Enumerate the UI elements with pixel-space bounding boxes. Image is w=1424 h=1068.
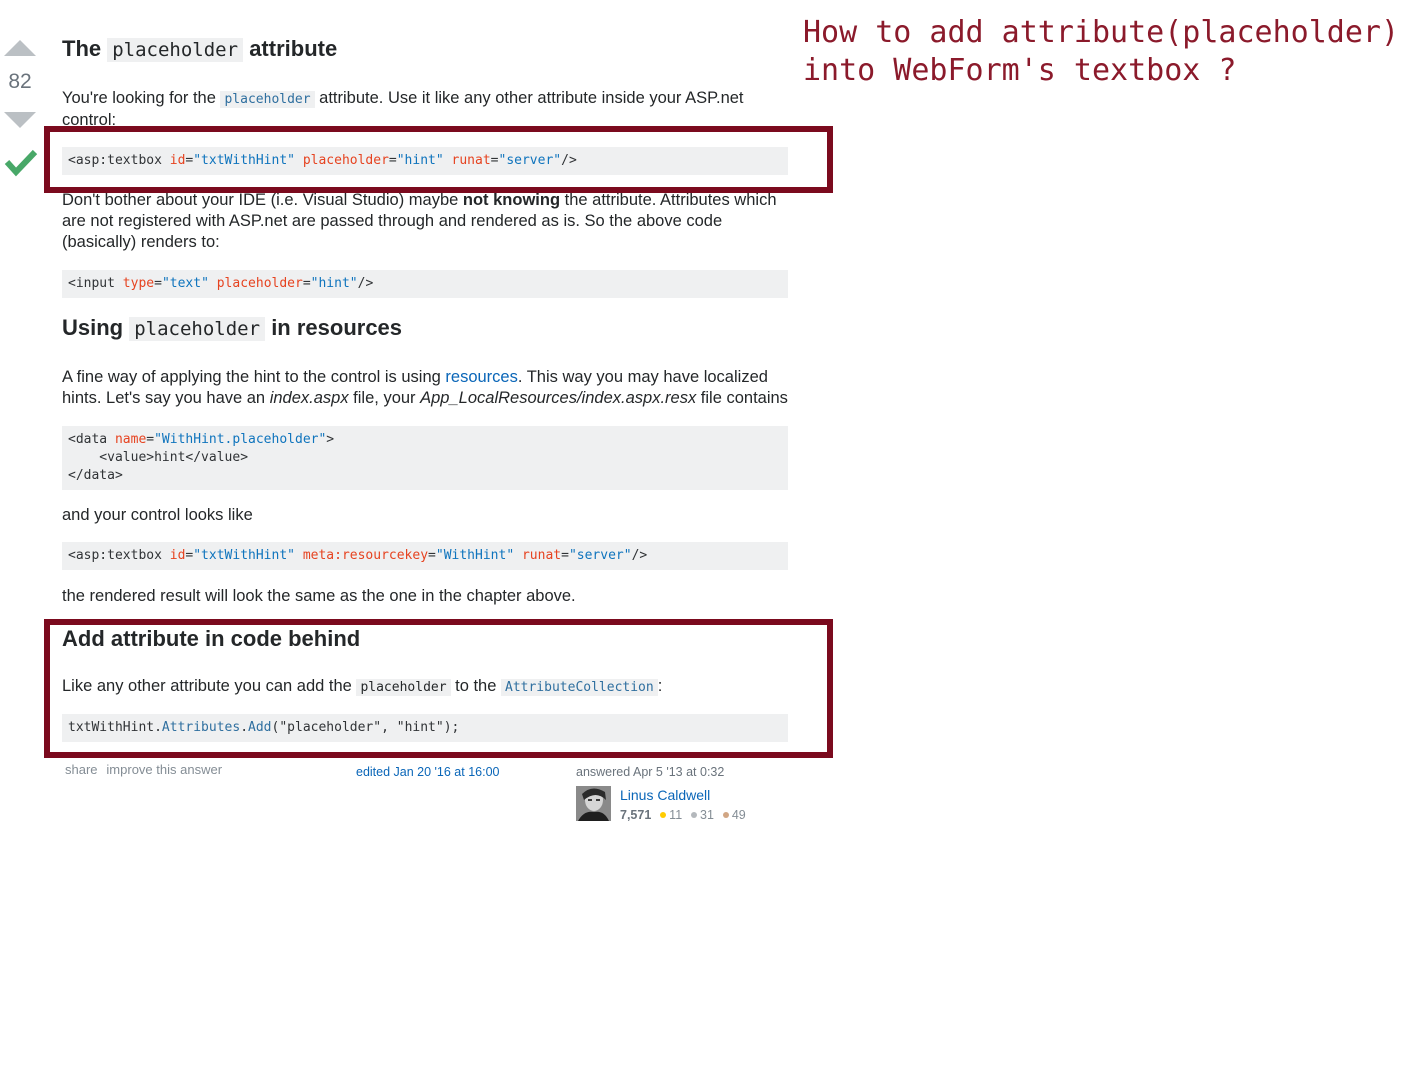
heading-placeholder-resources: Using placeholder in resources	[62, 315, 403, 341]
downvote-arrow-icon[interactable]	[4, 110, 36, 130]
post-menu: share improve this answer	[65, 761, 222, 779]
edited-timestamp-link[interactable]: edited Jan 20 '16 at 16:00	[356, 765, 499, 779]
code-block-input: <input type="text" placeholder="hint"/>	[62, 270, 788, 298]
bronze-badge-icon	[722, 811, 729, 818]
share-link[interactable]: share	[65, 762, 98, 777]
resources-link[interactable]: resources	[445, 368, 517, 386]
resources-paragraph: A fine way of applying the hint to the c…	[62, 368, 788, 407]
code-block-csharp: txtWithHint.Attributes.Add("placeholder"…	[62, 714, 788, 742]
bronze-badge-count: 49	[731, 808, 746, 822]
reputation-score: 7,571	[620, 808, 652, 822]
user-name-link[interactable]: Linus Caldwell	[620, 787, 710, 803]
heading-placeholder-attribute: The placeholder attribute	[62, 36, 338, 62]
gold-badge-count: 11	[669, 808, 683, 822]
inline-code-attributecollection: AttributeCollection	[501, 679, 658, 696]
user-reputation-row: 7,571 11 31 49	[620, 806, 746, 824]
answered-timestamp: answered Apr 5 '13 at 0:32	[576, 765, 725, 779]
heading-code-behind: Add attribute in code behind	[62, 626, 361, 651]
intro-paragraph: You're looking for the placeholder attri…	[62, 89, 744, 129]
gold-badge-icon	[660, 811, 667, 818]
control-paragraph: and your control looks like	[62, 506, 253, 524]
result-paragraph: the rendered result will look the same a…	[62, 587, 576, 605]
inline-code-placeholder: placeholder	[220, 91, 315, 108]
code-block-asp-textbox: <asp:textbox id="txtWithHint" placeholde…	[62, 147, 788, 175]
code-block-resx: <data name="WithHint.placeholder"> <valu…	[62, 426, 788, 490]
silver-badge-icon	[691, 811, 698, 818]
silver-badge-count: 31	[700, 808, 714, 822]
user-avatar[interactable]	[576, 786, 611, 821]
improve-answer-link[interactable]: improve this answer	[106, 762, 222, 777]
vote-count: 82	[8, 70, 32, 93]
code-behind-paragraph: Like any other attribute you can add the…	[62, 677, 663, 696]
accepted-checkmark-icon	[4, 149, 38, 177]
inline-code-placeholder: placeholder	[356, 679, 451, 696]
ide-note-paragraph: Don't bother about your IDE (i.e. Visual…	[62, 191, 777, 251]
upvote-arrow-icon[interactable]	[4, 38, 36, 58]
code-block-resourcekey: <asp:textbox id="txtWithHint" meta:resou…	[62, 542, 788, 570]
annotation-title: How to add attribute(placeholder) into W…	[803, 15, 1400, 88]
